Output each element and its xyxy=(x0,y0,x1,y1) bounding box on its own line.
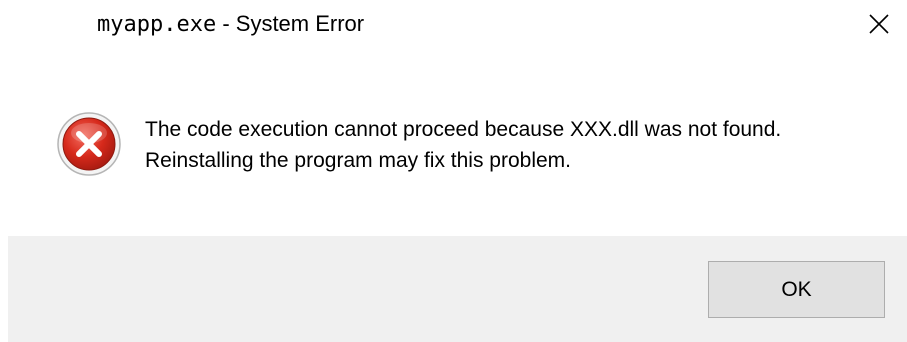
window-title-rest: - System Error xyxy=(216,11,365,36)
ok-button[interactable]: OK xyxy=(708,261,885,318)
close-icon xyxy=(869,14,889,34)
window-title: myapp.exe - System Error xyxy=(97,10,364,39)
error-icon xyxy=(56,111,122,177)
close-button[interactable] xyxy=(862,8,896,40)
dialog-content: The code execution cannot proceed becaus… xyxy=(0,52,907,235)
error-message-line-1: The code execution cannot proceed becaus… xyxy=(145,118,782,141)
button-bar: OK xyxy=(8,236,907,342)
error-message: The code execution cannot proceed becaus… xyxy=(145,114,781,176)
title-bar: myapp.exe - System Error xyxy=(0,0,907,52)
system-error-dialog: myapp.exe - System Error The code execut… xyxy=(0,0,907,342)
window-title-exe: myapp.exe xyxy=(97,12,217,37)
error-message-line-2: Reinstalling the program may fix this pr… xyxy=(145,149,572,172)
